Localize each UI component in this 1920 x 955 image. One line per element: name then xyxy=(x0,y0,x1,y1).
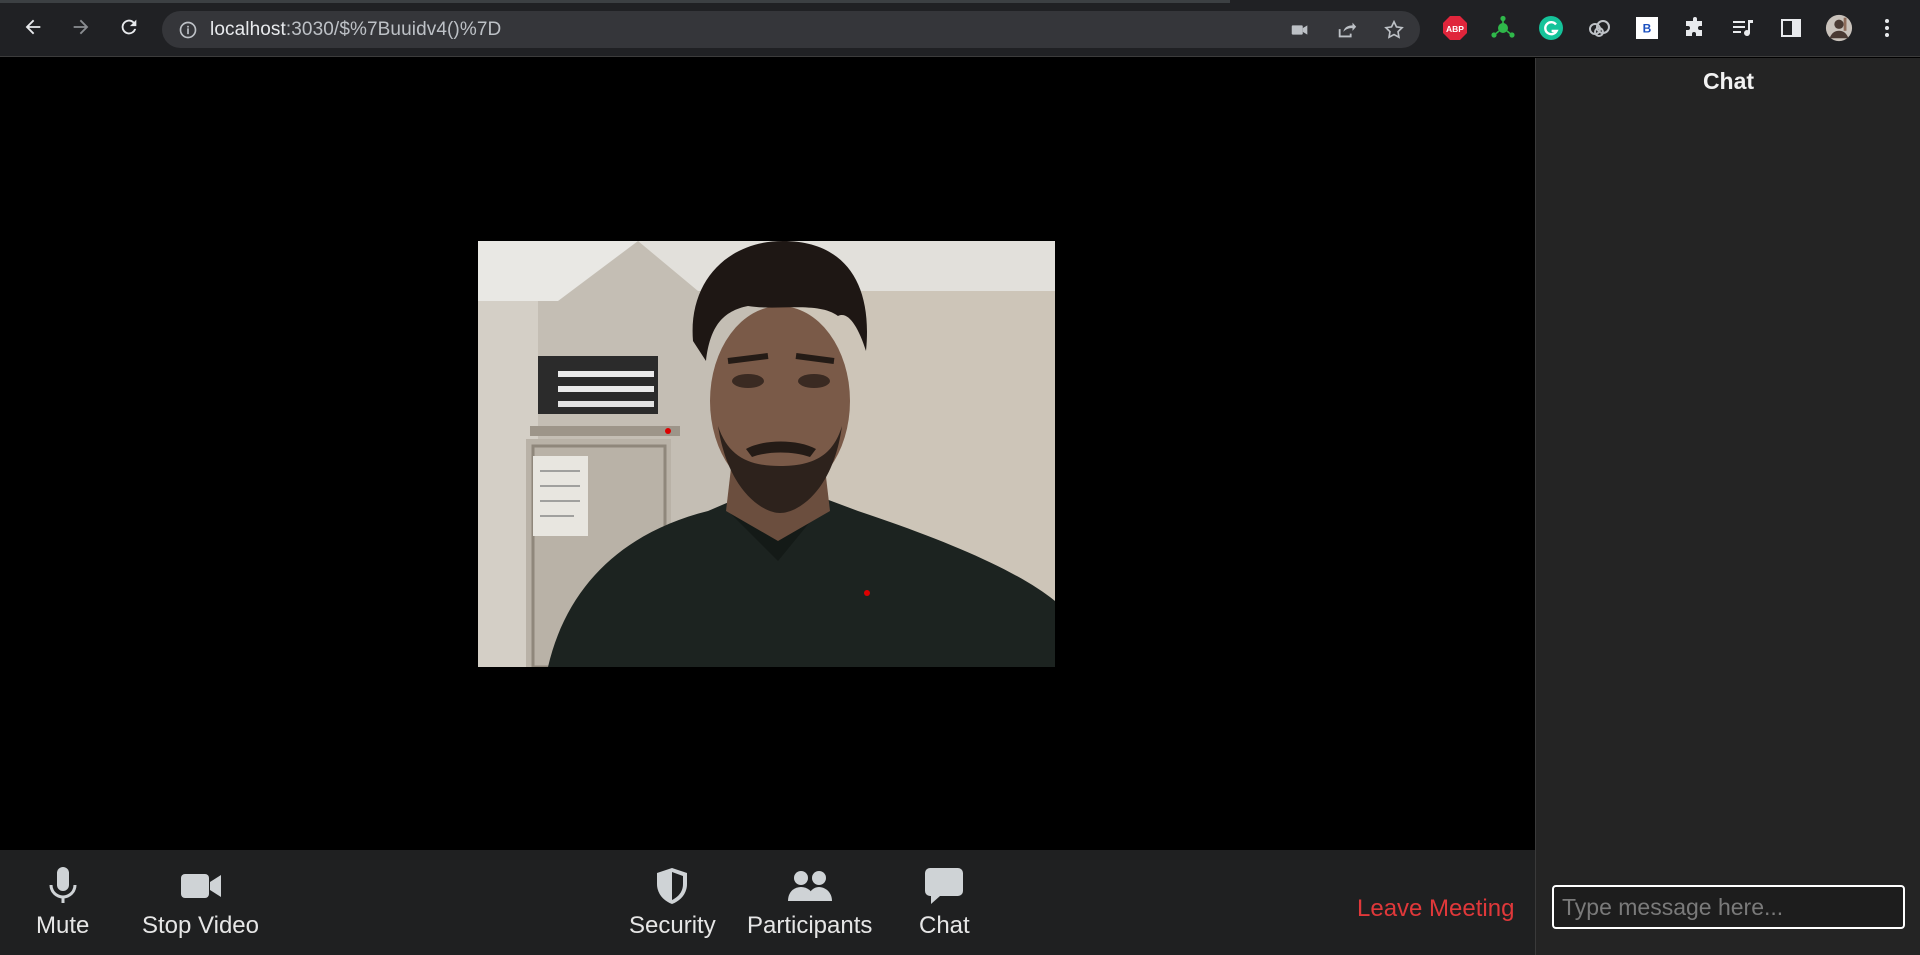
url-text: localhost:3030/$%7Buuidv4()%7D xyxy=(210,19,501,41)
microphone-icon xyxy=(49,867,77,903)
mute-button[interactable]: Mute xyxy=(36,862,89,940)
green-molecule-extension-icon[interactable] xyxy=(1489,14,1517,42)
security-label: Security xyxy=(629,912,716,939)
meeting-controls-bar: Mute Stop Video Security Participants Ch… xyxy=(0,850,1535,955)
back-button[interactable] xyxy=(18,12,48,42)
b-extension-icon[interactable]: B xyxy=(1633,14,1661,42)
chat-message-input[interactable] xyxy=(1552,885,1905,929)
address-bar[interactable]: localhost:3030/$%7Buuidv4()%7D xyxy=(162,11,1420,48)
site-info-icon[interactable] xyxy=(178,20,198,40)
side-panel-icon[interactable] xyxy=(1777,14,1805,42)
cloud-extension-icon[interactable] xyxy=(1585,14,1613,42)
url-host: localhost xyxy=(210,18,286,40)
chat-label: Chat xyxy=(919,912,970,939)
chat-button[interactable]: Chat xyxy=(919,862,970,940)
reload-button[interactable] xyxy=(114,12,144,42)
browser-toolbar: localhost:3030/$%7Buuidv4()%7D ABP B xyxy=(0,0,1920,57)
chat-title: Chat xyxy=(1702,68,1755,94)
stop-video-button[interactable]: Stop Video xyxy=(142,862,259,940)
video-camera-icon xyxy=(180,874,221,898)
grammarly-extension-icon[interactable] xyxy=(1537,14,1565,42)
loading-bar xyxy=(0,0,1230,3)
svg-text:B: B xyxy=(1643,22,1652,36)
svg-text:ABP: ABP xyxy=(1446,24,1464,34)
arrow-left-icon xyxy=(25,19,41,35)
meeting-stage xyxy=(0,58,1535,850)
stop-video-label: Stop Video xyxy=(142,912,259,939)
url-path: :3030/$%7Buuidv4()%7D xyxy=(285,18,502,40)
webcam-frame xyxy=(478,241,1055,667)
leave-meeting-button[interactable]: Leave Meeting xyxy=(1357,895,1514,923)
security-button[interactable]: Security xyxy=(629,862,716,940)
chat-panel: Chat xyxy=(1535,58,1920,955)
extensions-puzzle-icon[interactable] xyxy=(1681,14,1709,42)
adblock-extension-icon[interactable]: ABP xyxy=(1441,14,1469,42)
chat-messages-list xyxy=(1536,108,1920,868)
chat-bubble-icon xyxy=(925,868,964,904)
reload-icon xyxy=(121,19,137,35)
arrow-right-icon xyxy=(73,19,89,35)
shield-icon xyxy=(657,868,688,904)
camera-in-use-icon[interactable] xyxy=(1289,19,1311,41)
more-menu-icon[interactable] xyxy=(1873,14,1901,42)
mute-label: Mute xyxy=(36,912,90,939)
participants-label: Participants xyxy=(747,912,873,939)
media-controls-icon[interactable] xyxy=(1729,14,1757,42)
share-icon[interactable] xyxy=(1336,19,1358,41)
self-video-feed xyxy=(478,241,1055,667)
bookmark-star-icon[interactable] xyxy=(1383,19,1405,41)
people-icon xyxy=(787,871,832,901)
participants-button[interactable]: Participants xyxy=(747,862,872,940)
forward-button[interactable] xyxy=(66,12,96,42)
profile-avatar[interactable] xyxy=(1825,14,1853,42)
